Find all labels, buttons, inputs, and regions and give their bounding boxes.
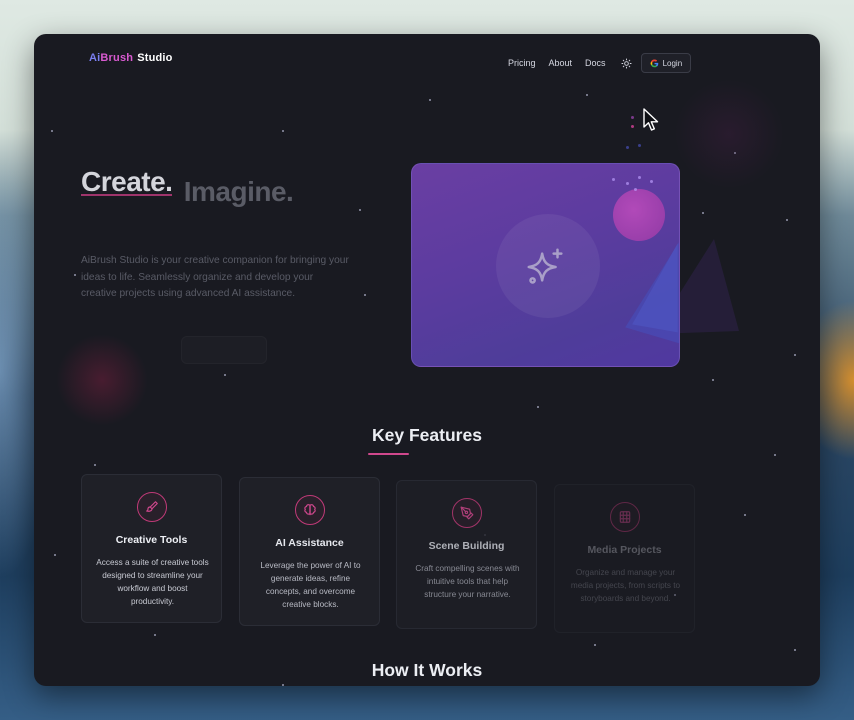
hero-title: Create. Imagine.	[81, 166, 294, 207]
feature-card-scene-building[interactable]: Scene Building Craft compelling scenes w…	[396, 480, 537, 629]
star-dot	[744, 514, 746, 516]
top-navbar: AiBrush Studio Pricing About Docs Login	[34, 34, 820, 84]
decorative-orb	[674, 79, 784, 189]
google-g-icon	[650, 58, 658, 67]
star-dot	[594, 644, 596, 646]
sparkle-icon	[527, 248, 563, 284]
star-dot	[224, 374, 226, 376]
brand-logo[interactable]: AiBrush Studio	[89, 52, 173, 64]
film-icon	[610, 502, 640, 532]
hero-title-create: Create.	[81, 166, 173, 197]
feature-card-ai-assistance[interactable]: AI Assistance Leverage the power of AI t…	[239, 477, 380, 626]
star-dot	[94, 464, 96, 466]
star-dot	[774, 454, 776, 456]
feature-description: Craft compelling scenes with intuitive t…	[415, 564, 520, 599]
star-dot	[359, 209, 361, 211]
feature-card-media-projects[interactable]: Media Projects Organize and manage your …	[554, 484, 695, 633]
star-dot	[429, 99, 431, 101]
star-dot	[364, 294, 366, 296]
heading-underline	[368, 453, 409, 455]
decorative-orb	[613, 189, 665, 241]
feature-description: Access a suite of creative tools designe…	[96, 558, 209, 606]
feature-title: AI Assistance	[275, 537, 344, 549]
star-dot	[154, 634, 156, 636]
feature-title: Media Projects	[587, 544, 662, 556]
login-button[interactable]: Login	[640, 53, 692, 73]
feature-description: Organize and manage your media projects,…	[570, 568, 681, 603]
pen-tool-icon	[452, 498, 482, 528]
feature-description: Leverage the power of AI to generate ide…	[260, 561, 361, 609]
star-dot	[54, 554, 56, 556]
brain-icon	[295, 495, 325, 525]
star-dot	[794, 354, 796, 356]
brand-part-brush: Brush	[100, 52, 134, 64]
brand-part-ai: Ai	[89, 52, 101, 64]
star-dot	[712, 379, 714, 381]
decorative-orb	[56, 334, 148, 426]
nav-link-about[interactable]: About	[549, 58, 573, 68]
paintbrush-icon	[137, 492, 167, 522]
hero-description: AiBrush Studio is your creative companio…	[81, 255, 349, 299]
login-label: Login	[662, 58, 683, 68]
nav-link-docs[interactable]: Docs	[585, 58, 606, 68]
star-dot	[537, 406, 539, 408]
hero-cta-button[interactable]	[181, 336, 267, 364]
star-dot	[282, 130, 284, 132]
feature-card-creative-tools[interactable]: Creative Tools Access a suite of creativ…	[81, 474, 222, 623]
browser-window: AiBrush Studio Pricing About Docs Login …	[34, 34, 820, 686]
hero-illustration-card	[411, 163, 680, 367]
nav-links: Pricing About Docs Login	[508, 53, 692, 73]
star-dot	[702, 212, 704, 214]
star-dot	[586, 94, 588, 96]
nav-link-pricing[interactable]: Pricing	[508, 58, 536, 68]
feature-title: Creative Tools	[115, 534, 188, 546]
star-dot	[74, 274, 76, 276]
star-dot	[51, 130, 53, 132]
sun-icon[interactable]	[621, 57, 633, 69]
star-dot	[282, 684, 284, 686]
feature-title: Scene Building	[428, 540, 505, 552]
how-it-works-heading: How It Works	[371, 660, 483, 680]
mouse-cursor-icon	[643, 108, 659, 131]
brand-part-studio: Studio	[137, 52, 173, 64]
features-heading: Key Features	[372, 425, 482, 445]
star-dot	[794, 649, 796, 651]
star-dot	[786, 219, 788, 221]
hero-title-imagine: Imagine.	[183, 176, 294, 207]
